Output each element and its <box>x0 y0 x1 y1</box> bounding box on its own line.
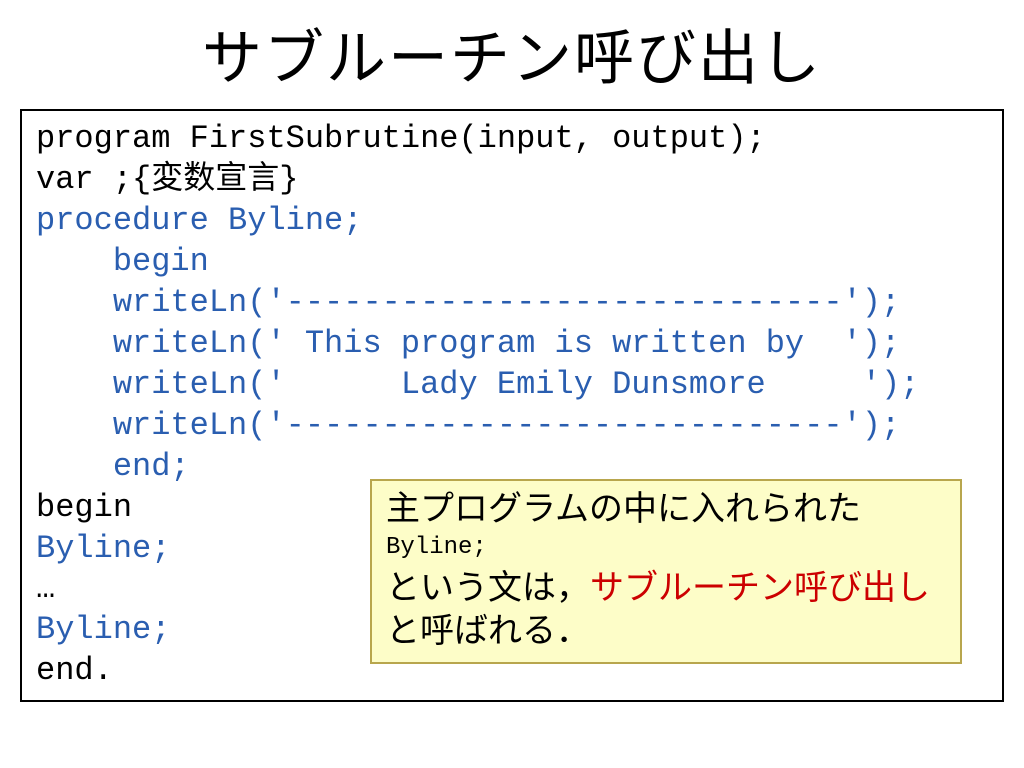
code-line-5: writeLn('-----------------------------')… <box>36 284 900 321</box>
code-line-2: var ;{変数宣言} <box>36 161 298 198</box>
code-box: program FirstSubrutine(input, output); v… <box>20 109 1004 702</box>
callout-box: 主プログラムの中に入れられた Byline; という文は，サブルーチン呼び出しと… <box>370 479 962 664</box>
code-line-3: procedure Byline; <box>36 202 362 239</box>
code-line-1: program FirstSubrutine(input, output); <box>36 120 766 157</box>
callout-line-2: という文は，サブルーチン呼び出しと呼ばれる． <box>386 567 946 652</box>
slide: サブルーチン呼び出し program FirstSubrutine(input,… <box>0 0 1024 768</box>
code-line-14: end. <box>36 652 113 689</box>
callout-code-line: Byline; <box>386 532 946 563</box>
code-line-10: begin <box>36 489 132 526</box>
code-line-4: begin <box>36 243 209 280</box>
callout-text-a: という文は， <box>386 569 590 607</box>
code-line-6: writeLn(' This program is written by '); <box>36 325 900 362</box>
code-line-7: writeLn(' Lady Emily Dunsmore '); <box>36 366 919 403</box>
callout-text-c: と呼ばれる． <box>386 612 590 650</box>
code-line-8: writeLn('-----------------------------')… <box>36 407 900 444</box>
slide-title: サブルーチン呼び出し <box>20 10 1004 97</box>
code-line-12: … <box>36 570 55 607</box>
code-line-9: end; <box>36 448 190 485</box>
callout-line-1: 主プログラムの中に入れられた <box>386 489 946 530</box>
callout-text-red: サブルーチン呼び出し <box>590 569 930 607</box>
code-line-11: Byline; <box>36 530 170 567</box>
code-line-13: Byline; <box>36 611 170 648</box>
